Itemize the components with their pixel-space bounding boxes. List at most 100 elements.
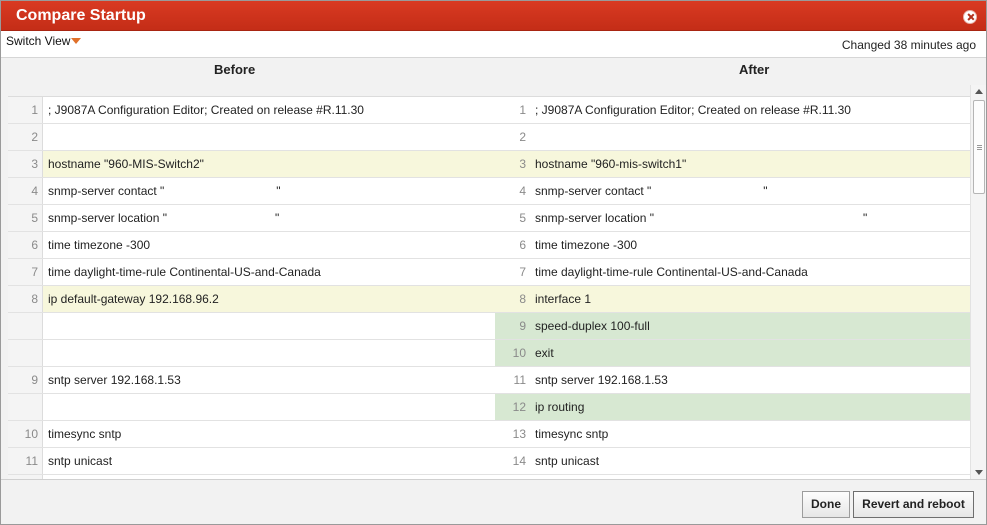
- config-text-suffix: ": [763, 184, 768, 198]
- after-line-text: speed-duplex 100-full: [530, 313, 970, 339]
- diff-row: 1 ; J9087A Configuration Editor; Created …: [8, 97, 970, 124]
- after-line-number: 10: [495, 340, 530, 366]
- before-line-number: 2: [8, 124, 43, 150]
- before-header: Before: [214, 62, 256, 77]
- before-line-text: ip default-gateway 192.168.96.2: [43, 286, 495, 312]
- diff-row: 6 time timezone -300 6 time timezone -300: [8, 232, 970, 259]
- revert-and-reboot-button[interactable]: Revert and reboot: [853, 491, 974, 518]
- after-line-number: 3: [495, 151, 530, 177]
- before-line-text: snmp-server contact " ": [43, 178, 495, 204]
- config-text: snmp-server location ": [48, 211, 167, 225]
- before-line-text: [43, 394, 495, 420]
- before-line-number: 4: [8, 178, 43, 204]
- redacted-value: [655, 212, 861, 226]
- redacted-value: [166, 185, 275, 199]
- diff-row: 9 sntp server 192.168.1.53 11 sntp server 1…: [8, 367, 970, 394]
- diff-row: 3 hostname "960-MIS-Switch2" 3 hostname "96…: [8, 151, 970, 178]
- diff-row: 10 exit: [8, 340, 970, 367]
- after-line-text: timesync sntp: [535, 427, 609, 441]
- column-headers: Before After: [1, 58, 986, 96]
- before-line-text: sntp unicast: [48, 454, 113, 468]
- dialog-footer: Done Revert and reboot: [1, 479, 986, 524]
- changed-timestamp: Changed 38 minutes ago: [841, 38, 976, 52]
- after-line-text: sntp unicast: [535, 454, 600, 468]
- redacted-value: [168, 212, 273, 226]
- dialog-title: Compare Startup: [16, 7, 146, 24]
- after-line-number: 2: [519, 130, 526, 144]
- config-text: snmp-server location ": [535, 211, 654, 225]
- before-line-number: [8, 394, 43, 420]
- diff-row: 12 ip routing: [8, 394, 970, 421]
- after-line-text: time daylight-time-rule Continental-US-a…: [535, 265, 808, 279]
- diff-row: 5 snmp-server location " " 5 snmp-server loc…: [8, 205, 970, 232]
- before-line-text: sntp server 192.168.1.53: [48, 373, 181, 387]
- after-line-number: 5: [519, 211, 526, 225]
- before-line-number: 9: [8, 367, 43, 393]
- after-line-number: 14: [512, 454, 526, 468]
- before-line-number: 8: [8, 286, 43, 312]
- arrow-up-icon[interactable]: [975, 89, 983, 94]
- before-line-number: 1: [8, 97, 43, 123]
- after-line-number: 13: [512, 427, 526, 441]
- switch-view-menu[interactable]: Switch View: [6, 34, 82, 48]
- after-header: After: [739, 62, 770, 77]
- after-line-number: 1: [519, 103, 526, 117]
- before-line-number: 3: [8, 151, 43, 177]
- close-icon[interactable]: [963, 10, 977, 24]
- before-line-text: [43, 340, 495, 366]
- compare-startup-dialog: Compare Startup Switch View Changed 38 m…: [0, 0, 987, 525]
- after-line-text: ip routing: [530, 394, 970, 420]
- diff-row: 4 snmp-server contact " " 4 snmp-server cont…: [8, 178, 970, 205]
- config-text-suffix: ": [276, 184, 281, 198]
- before-line-number: 6: [8, 232, 43, 258]
- diff-row: 7 time daylight-time-rule Continental-US-…: [8, 259, 970, 286]
- toolbar: Switch View Changed 38 minutes ago: [1, 31, 986, 58]
- switch-view-label: Switch View: [6, 34, 71, 48]
- after-line-text: interface 1: [530, 286, 970, 312]
- after-line-number: 8: [495, 286, 530, 312]
- config-text: snmp-server contact ": [48, 184, 165, 198]
- before-line-number: [8, 340, 43, 366]
- dialog-titlebar: Compare Startup: [1, 1, 986, 31]
- after-line-text: snmp-server location " ": [530, 205, 970, 231]
- after-line-number: 12: [495, 394, 530, 420]
- after-line-text: time timezone -300: [535, 238, 638, 252]
- vertical-scrollbar[interactable]: [970, 85, 986, 479]
- before-line-text: time daylight-time-rule Continental-US-a…: [48, 265, 321, 279]
- diff-row: 10 timesync sntp 13 timesync sntp: [8, 421, 970, 448]
- diff-row: 22: [8, 124, 970, 151]
- config-text-suffix: ": [862, 211, 868, 225]
- before-line-text: [43, 313, 495, 339]
- before-line-text: timesync sntp: [48, 427, 122, 441]
- arrow-down-icon[interactable]: [975, 470, 983, 475]
- after-line-text: snmp-server contact " ": [530, 178, 970, 204]
- before-line-number: 7: [8, 259, 43, 285]
- before-line-number: 11: [8, 448, 43, 474]
- before-line-text: time timezone -300: [48, 238, 151, 252]
- diff-table: 1 ; J9087A Configuration Editor; Created …: [8, 96, 970, 479]
- scrollbar-thumb[interactable]: [973, 100, 985, 194]
- diff-row: 9 speed-duplex 100-full: [8, 313, 970, 340]
- before-line-number: 5: [8, 205, 43, 231]
- before-line-text: [43, 124, 495, 150]
- after-line-text: [530, 124, 970, 150]
- caret-down-icon: [71, 38, 82, 44]
- before-line-text: snmp-server location " ": [43, 205, 495, 231]
- before-line-number: [8, 313, 43, 339]
- after-line-text: sntp server 192.168.1.53: [535, 373, 668, 387]
- after-line-text: ; J9087A Configuration Editor; Created o…: [535, 103, 851, 117]
- after-line-number: 4: [519, 184, 526, 198]
- after-line-number: 9: [495, 313, 530, 339]
- diff-row: 11 sntp unicast 14 sntp unicast: [8, 448, 970, 475]
- diff-row: 8 ip default-gateway 192.168.96.2 8 interfa…: [8, 286, 970, 313]
- after-line-text: exit: [530, 340, 970, 366]
- redacted-value: [653, 185, 762, 199]
- config-text: snmp-server contact ": [535, 184, 652, 198]
- before-line-text: ; J9087A Configuration Editor; Created o…: [48, 103, 364, 117]
- before-line-number: 10: [8, 421, 43, 447]
- after-line-number: 11: [513, 373, 526, 387]
- done-button[interactable]: Done: [802, 491, 850, 518]
- after-line-number: 7: [519, 265, 526, 279]
- after-line-text: hostname "960-mis-switch1": [530, 151, 970, 177]
- before-line-text: hostname "960-MIS-Switch2": [43, 151, 495, 177]
